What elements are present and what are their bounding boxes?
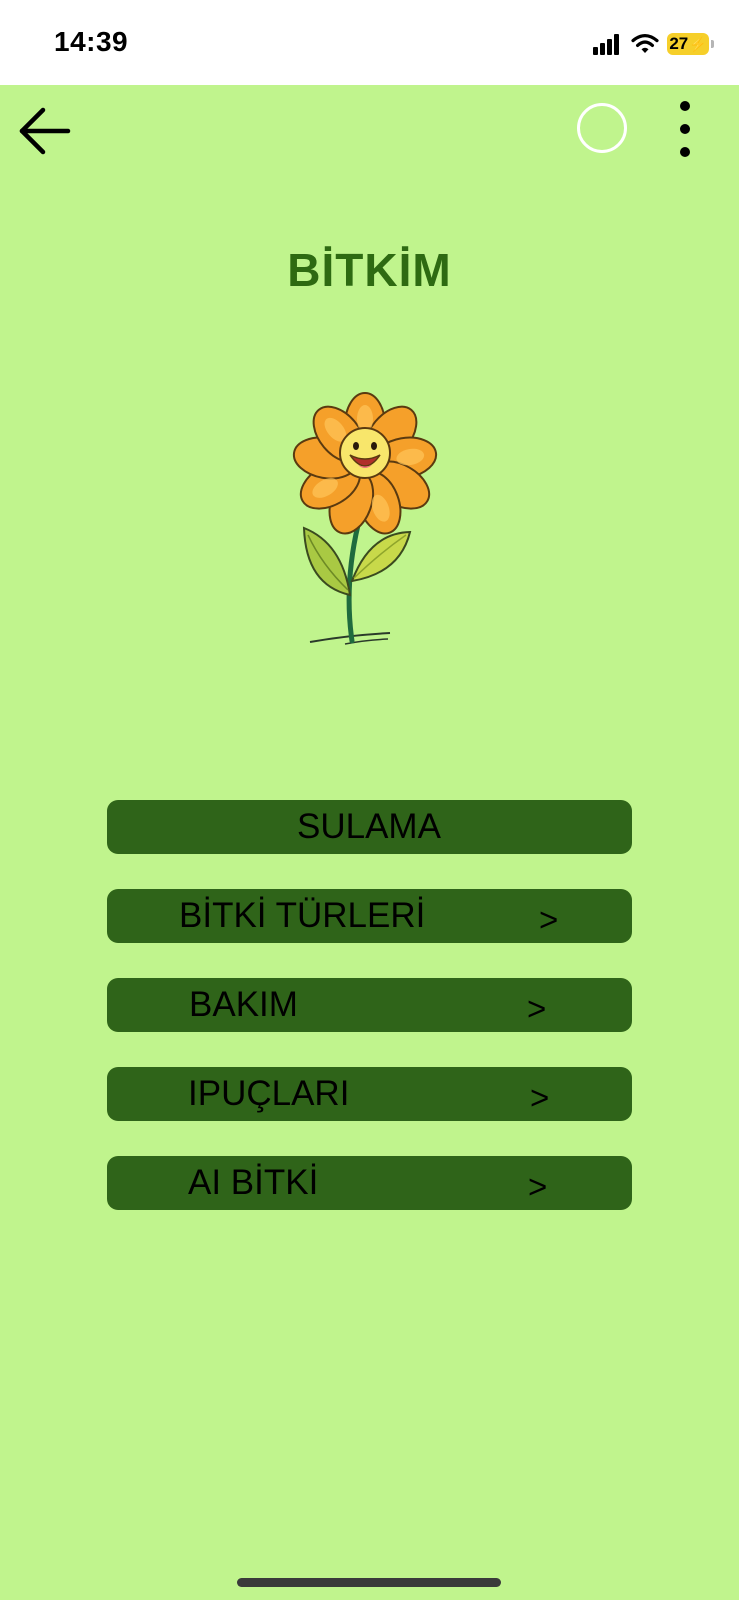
bolt-icon: ⚡: [689, 36, 707, 52]
wifi-icon: [631, 34, 659, 53]
menu-item-ai-bitki[interactable]: AI BİTKİ >: [107, 1156, 632, 1210]
menu: SULAMA BİTKİ TÜRLERİ > BAKIM > IPUÇLARI …: [107, 800, 632, 1245]
menu-item-label: IPUÇLARI: [188, 1074, 350, 1113]
more-vertical-icon: [680, 101, 690, 111]
arrow-left-icon: [19, 107, 71, 155]
battery-level: 27: [669, 34, 689, 53]
status-icons: 27 ⚡: [593, 30, 714, 58]
menu-item-sulama[interactable]: SULAMA: [107, 800, 632, 854]
chevron-right-icon: >: [527, 989, 547, 1027]
screen: 14:39 27 ⚡ BİTKİM SULAMA BİTKİ TÜRLERİ >…: [0, 0, 739, 1600]
more-options-button[interactable]: [668, 99, 702, 159]
circle-button[interactable]: [577, 103, 627, 153]
menu-item-label: BAKIM: [189, 985, 298, 1024]
menu-item-ipuclari[interactable]: IPUÇLARI >: [107, 1067, 632, 1121]
battery-charging-icon: 27 ⚡: [667, 33, 714, 55]
chevron-right-icon: >: [539, 900, 559, 938]
menu-item-bakim[interactable]: BAKIM >: [107, 978, 632, 1032]
menu-item-bitki-turleri[interactable]: BİTKİ TÜRLERİ >: [107, 889, 632, 943]
chevron-right-icon: >: [528, 1167, 548, 1205]
back-button[interactable]: [16, 101, 76, 161]
menu-item-label: BİTKİ TÜRLERİ: [179, 896, 426, 935]
menu-item-label: AI BİTKİ: [188, 1163, 319, 1202]
page-title: BİTKİM: [287, 244, 452, 296]
home-indicator[interactable]: [237, 1578, 501, 1587]
signal-icon: [593, 33, 621, 55]
menu-item-label: SULAMA: [297, 807, 441, 846]
flower-illustration: [292, 392, 438, 645]
chevron-right-icon: >: [530, 1078, 550, 1116]
status-time: 14:39: [54, 26, 129, 57]
status-bar: 14:39 27 ⚡: [0, 0, 739, 85]
app-content: BİTKİM SULAMA BİTKİ TÜRLERİ > BAKIM > IP…: [0, 85, 739, 1600]
